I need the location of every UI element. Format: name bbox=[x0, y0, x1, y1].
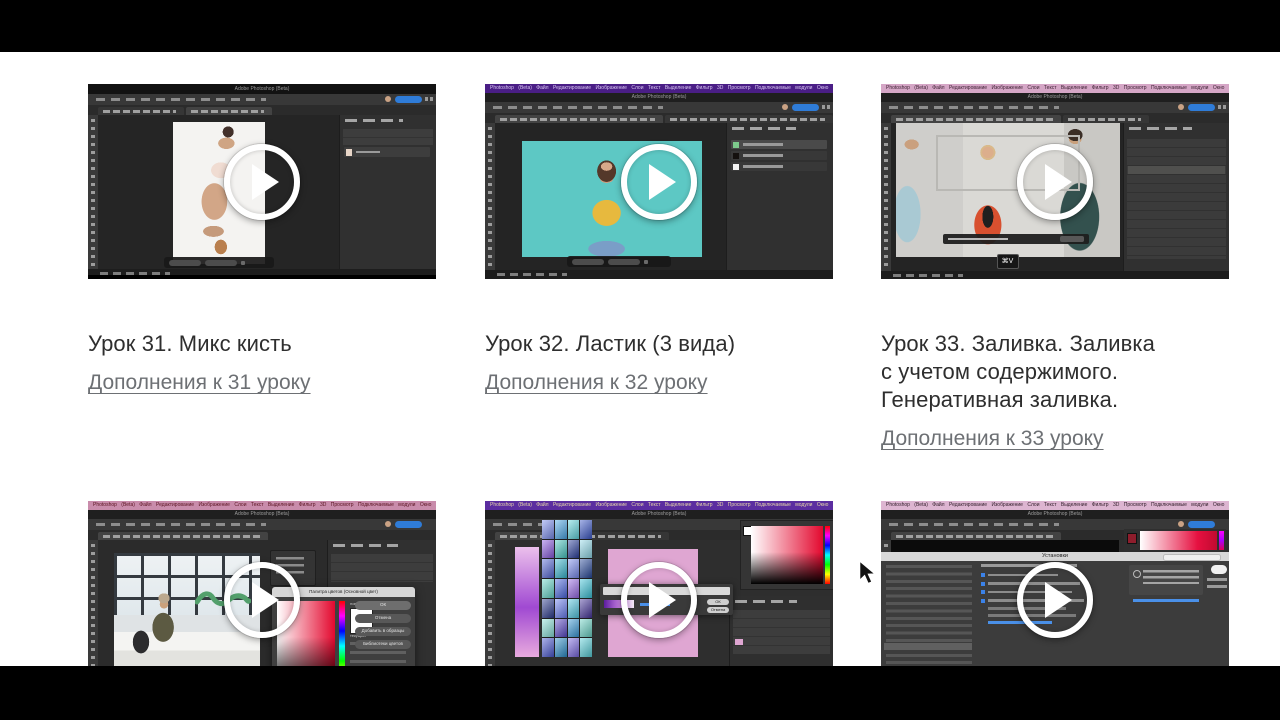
ps-window-titlebar: Adobe Photoshop (Beta) bbox=[88, 510, 436, 519]
share-button bbox=[792, 104, 819, 111]
layer-row bbox=[344, 147, 430, 157]
play-icon[interactable] bbox=[621, 562, 697, 638]
macos-menubar: Photoshop (Beta) Файл Редактирование Изо… bbox=[485, 84, 833, 93]
toggle-switch bbox=[1211, 565, 1227, 574]
lesson-32-caption: Урок 32. Ластик (3 вида) Дополнения к 32… bbox=[485, 330, 815, 395]
saturation-value-field bbox=[1140, 531, 1217, 550]
cancel-button: Отмена bbox=[707, 607, 729, 613]
play-icon[interactable] bbox=[621, 144, 697, 220]
share-button bbox=[395, 96, 422, 103]
man-with-beanie bbox=[142, 593, 186, 659]
keystroke-overlay: ⌘V bbox=[997, 254, 1019, 269]
document-strip bbox=[891, 540, 1119, 552]
lesson-33-caption: Урок 33. Заливка. Заливка с учетом содер… bbox=[881, 330, 1211, 451]
ps-status-bar bbox=[881, 271, 1229, 279]
cancel-button: Отмена bbox=[355, 614, 411, 623]
ps-window-titlebar: Adobe Photoshop (Beta) bbox=[485, 93, 833, 102]
ps-document-tabs bbox=[881, 113, 1229, 123]
selected-category-row bbox=[884, 643, 972, 650]
avatar bbox=[782, 104, 788, 110]
video-thumbnail-lesson-32[interactable]: Photoshop (Beta) Файл Редактирование Изо… bbox=[485, 84, 833, 279]
ps-status-bar bbox=[88, 269, 436, 279]
avatar bbox=[385, 96, 391, 102]
ps-window-titlebar: Adobe Photoshop (Beta) bbox=[485, 510, 833, 519]
search-icon bbox=[1218, 105, 1227, 109]
add-to-swatches-button: Добавить в образцы bbox=[355, 627, 411, 636]
avatar bbox=[1178, 521, 1184, 527]
mouse-cursor bbox=[858, 560, 876, 585]
letterbox-bottom bbox=[0, 666, 1280, 720]
video-thumbnail-lesson-31[interactable]: Adobe Photoshop (Beta) bbox=[88, 84, 436, 279]
color-libraries-button: Библиотеки цветов bbox=[355, 640, 411, 649]
hue-slider bbox=[1219, 531, 1224, 550]
share-button bbox=[1188, 104, 1215, 111]
pink-gradient-swatch bbox=[515, 547, 539, 657]
ok-button: ОК bbox=[355, 601, 411, 610]
preferences-search-field bbox=[1163, 554, 1221, 561]
lesson-title: Урок 33. Заливка. Заливка с учетом содер… bbox=[881, 330, 1211, 414]
color-panel bbox=[740, 520, 833, 590]
lesson-33-supplement-link[interactable]: Дополнения к 33 уроку bbox=[881, 427, 1104, 451]
ps-document-tabs bbox=[485, 113, 833, 123]
letterbox-top bbox=[0, 0, 1280, 52]
search-icon bbox=[822, 105, 831, 109]
layers-panel bbox=[1123, 123, 1229, 271]
contextual-task-bar bbox=[164, 257, 274, 268]
info-callout bbox=[1129, 565, 1203, 595]
layer-row bbox=[731, 140, 827, 149]
macos-menubar: Photoshop (Beta) Файл Редактирование Изо… bbox=[485, 501, 833, 510]
layer-row-background bbox=[731, 162, 827, 171]
macos-menubar: Photoshop (Beta) Файл Редактирование Изо… bbox=[881, 501, 1229, 510]
gradient-mosaic bbox=[542, 520, 592, 657]
play-icon[interactable] bbox=[1017, 144, 1093, 220]
avatar bbox=[385, 521, 391, 527]
play-icon[interactable] bbox=[224, 144, 300, 220]
macos-menubar: Photoshop (Beta) Файл Редактирование Изо… bbox=[88, 501, 436, 510]
layers-panel bbox=[339, 115, 436, 271]
contextual-task-bar bbox=[567, 256, 671, 267]
foreground-color-swatch bbox=[1127, 533, 1137, 544]
info-link bbox=[1133, 599, 1199, 602]
generative-fill-prompt-bar bbox=[943, 234, 1089, 244]
ps-document-tabs bbox=[88, 530, 436, 540]
ps-window-titlebar: Adobe Photoshop (Beta) bbox=[881, 510, 1229, 519]
play-icon[interactable] bbox=[1017, 562, 1093, 638]
share-button bbox=[1188, 521, 1215, 528]
ps-canvas bbox=[98, 115, 340, 271]
ok-button: ОК bbox=[707, 599, 729, 605]
color-panel bbox=[1124, 529, 1226, 552]
lesson-title: Урок 31. Микс кисть bbox=[88, 330, 418, 358]
avatar bbox=[1178, 104, 1184, 110]
ps-window-titlebar: Adobe Photoshop (Beta) bbox=[88, 84, 436, 94]
saturation-value-field bbox=[751, 526, 823, 584]
lesson-31-caption: Урок 31. Микс кисть Дополнения к 31 урок… bbox=[88, 330, 418, 395]
search-icon bbox=[425, 97, 434, 101]
lesson-title: Урок 32. Ластик (3 вида) bbox=[485, 330, 815, 358]
ps-status-bar bbox=[485, 270, 833, 279]
video-thumbnail-lesson-33[interactable]: Photoshop (Beta) Файл Редактирование Изо… bbox=[881, 84, 1229, 279]
macos-menubar: Photoshop (Beta) Файл Редактирование Изо… bbox=[881, 84, 1229, 93]
layer-row bbox=[731, 151, 827, 160]
play-icon[interactable] bbox=[224, 562, 300, 638]
ps-window-titlebar: Adobe Photoshop (Beta) bbox=[881, 93, 1229, 102]
layers-panel bbox=[726, 123, 833, 271]
ps-document-tabs bbox=[88, 105, 436, 115]
lesson-32-supplement-link[interactable]: Дополнения к 32 уроку bbox=[485, 371, 708, 395]
lesson-31-supplement-link[interactable]: Дополнения к 31 уроку bbox=[88, 371, 311, 395]
share-button bbox=[395, 521, 422, 528]
hue-slider bbox=[825, 526, 830, 584]
